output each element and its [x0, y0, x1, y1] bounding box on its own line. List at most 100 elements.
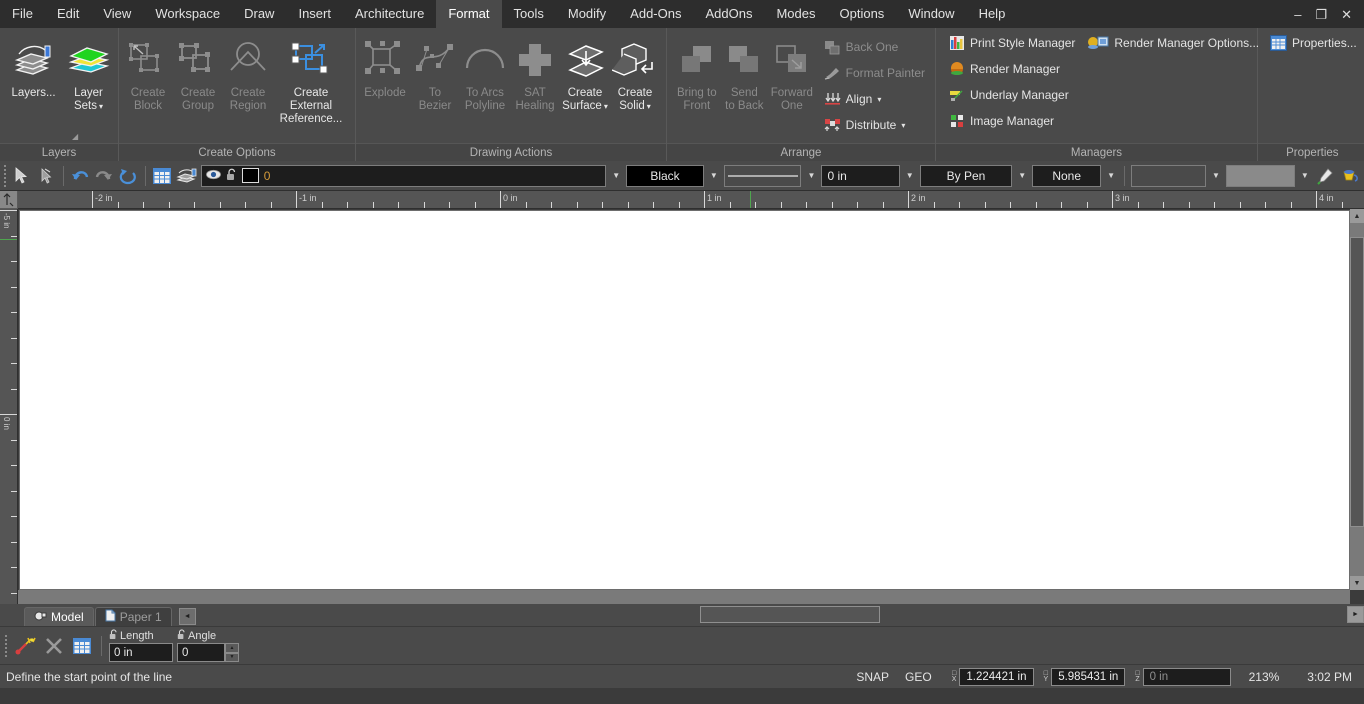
- color-combo[interactable]: Black: [626, 164, 704, 187]
- layer-sets-button[interactable]: Layer Sets ▾: [65, 32, 112, 113]
- layers-dialog-launcher[interactable]: ◢: [72, 132, 78, 141]
- menu-item-format[interactable]: Format: [436, 0, 502, 28]
- rotate-button[interactable]: [118, 164, 139, 188]
- restore-icon[interactable]: ❐: [1315, 8, 1327, 21]
- to-arcs-polyline-button[interactable]: To Arcs Polyline: [460, 32, 510, 113]
- pen-dropdown-arrow[interactable]: ▼: [1015, 165, 1029, 187]
- menu-item-insert[interactable]: Insert: [286, 0, 343, 28]
- menu-item-options[interactable]: Options: [828, 0, 897, 28]
- ruler-origin-button[interactable]: [0, 191, 18, 209]
- horizontal-scroll-thumb[interactable]: [700, 606, 880, 623]
- underlay-manager-button[interactable]: Underlay Manager: [944, 82, 1079, 108]
- sheet-tab-model[interactable]: Model: [24, 607, 94, 626]
- image-manager-button[interactable]: Image Manager: [944, 108, 1079, 134]
- create-solid-button[interactable]: Create Solid ▾: [610, 32, 660, 113]
- render-manager-button[interactable]: Render Manager: [944, 56, 1079, 82]
- snap-indicator[interactable]: SNAP: [856, 670, 889, 684]
- chevron-down-icon[interactable]: ▾: [901, 121, 905, 130]
- explode-button[interactable]: Explode: [360, 32, 410, 100]
- layers-stack-button[interactable]: [176, 164, 198, 188]
- hatch-dropdown-arrow[interactable]: ▼: [1298, 165, 1312, 187]
- print-style-manager-button[interactable]: Print Style Manager: [944, 30, 1079, 56]
- hatch-combo[interactable]: [1226, 164, 1295, 187]
- pen-combo[interactable]: By Pen: [919, 164, 1013, 187]
- horizontal-scrollbar-track[interactable]: [18, 590, 1350, 604]
- geo-indicator[interactable]: GEO: [905, 670, 932, 684]
- align-button[interactable]: Align ▾: [820, 86, 929, 112]
- eyedropper-button[interactable]: [1315, 164, 1336, 188]
- coord-x-value[interactable]: 1.224421 in: [959, 667, 1034, 686]
- distribute-button[interactable]: Distribute ▾: [820, 112, 929, 138]
- menu-item-architecture[interactable]: Architecture: [343, 0, 436, 28]
- coord-z-value[interactable]: 0 in: [1142, 667, 1231, 686]
- lineweight-combo[interactable]: 0 in: [821, 164, 900, 187]
- menu-item-modify[interactable]: Modify: [556, 0, 618, 28]
- properties-grid-button[interactable]: [152, 164, 173, 188]
- zoom-level[interactable]: 213%: [1249, 670, 1280, 684]
- redo-button[interactable]: [94, 164, 115, 188]
- create-group-button[interactable]: Create Group: [173, 32, 223, 113]
- style-combo[interactable]: [1131, 164, 1206, 187]
- angle-spin-down[interactable]: ▼: [225, 652, 239, 662]
- sheet-tab-paper-1[interactable]: Paper 1: [94, 607, 172, 626]
- linestyle-dropdown-arrow[interactable]: ▼: [804, 165, 818, 187]
- back-one-button[interactable]: Back One: [820, 34, 929, 60]
- current-layer-selector[interactable]: 0: [200, 164, 607, 187]
- vertical-ruler[interactable]: -5 in0 in5 in: [0, 209, 18, 604]
- menu-item-view[interactable]: View: [91, 0, 143, 28]
- create-surface-button[interactable]: Create Surface ▾: [560, 32, 610, 113]
- snap-button[interactable]: [14, 634, 38, 658]
- angle-input[interactable]: 0: [177, 643, 225, 662]
- toolbar-grip[interactable]: [4, 163, 8, 189]
- select-similar-button[interactable]: [35, 164, 56, 188]
- scroll-down-arrow[interactable]: ▼: [1350, 576, 1364, 590]
- select-arrow-button[interactable]: [11, 164, 32, 188]
- to-bezier-button[interactable]: To Bezier: [410, 32, 460, 113]
- coord-y-value[interactable]: 5.985431 in: [1051, 667, 1126, 686]
- menu-item-edit[interactable]: Edit: [45, 0, 91, 28]
- angle-spinner[interactable]: ▲ ▼: [225, 643, 239, 662]
- color-dropdown-arrow[interactable]: ▼: [707, 165, 721, 187]
- menu-item-file[interactable]: File: [0, 0, 45, 28]
- menu-item-addons[interactable]: AddOns: [693, 0, 764, 28]
- chevron-down-icon[interactable]: ▾: [604, 100, 608, 113]
- format-painter-button[interactable]: Format Painter: [820, 60, 929, 86]
- angle-spin-up[interactable]: ▲: [225, 643, 239, 653]
- undo-button[interactable]: [69, 164, 90, 188]
- eye-icon[interactable]: [205, 169, 221, 183]
- menu-item-draw[interactable]: Draw: [232, 0, 286, 28]
- sat-healing-button[interactable]: SAT Healing: [510, 32, 560, 113]
- send-to-back-button[interactable]: Send to Back: [721, 32, 769, 113]
- create-block-button[interactable]: Create Block: [123, 32, 173, 113]
- create-external-reference-button[interactable]: Create External Reference...: [273, 32, 349, 126]
- command-table-button[interactable]: [70, 634, 94, 658]
- layer-color-swatch[interactable]: [241, 168, 259, 183]
- menu-item-window[interactable]: Window: [896, 0, 966, 28]
- create-region-button[interactable]: Create Region: [223, 32, 273, 113]
- menu-item-workspace[interactable]: Workspace: [143, 0, 232, 28]
- arrow-dropdown-arrow[interactable]: ▼: [1104, 165, 1118, 187]
- tab-scroll-next-button[interactable]: ►: [1347, 606, 1364, 623]
- horizontal-ruler[interactable]: -2 in -1 in 0 in 1 in 2 in 3 in 4 in: [18, 191, 1364, 209]
- properties-button[interactable]: Properties...: [1266, 30, 1361, 56]
- menu-item-modes[interactable]: Modes: [764, 0, 827, 28]
- command-bar-grip[interactable]: [5, 633, 10, 659]
- lineweight-dropdown-arrow[interactable]: ▼: [903, 165, 917, 187]
- lock-open-icon[interactable]: [177, 629, 186, 643]
- length-input[interactable]: 0 in: [109, 643, 173, 662]
- drawing-canvas[interactable]: [19, 210, 1350, 590]
- arrow-combo[interactable]: None: [1032, 164, 1102, 187]
- close-icon[interactable]: ✕: [1341, 8, 1352, 21]
- style-dropdown-arrow[interactable]: ▼: [1209, 165, 1223, 187]
- chevron-down-icon[interactable]: ▾: [877, 95, 881, 104]
- forward-one-button[interactable]: Forward One: [768, 32, 816, 113]
- menu-item-help[interactable]: Help: [967, 0, 1018, 28]
- scroll-up-arrow[interactable]: ▲: [1350, 209, 1364, 223]
- bring-to-front-button[interactable]: Bring to Front: [673, 32, 721, 113]
- menu-item-add-ons[interactable]: Add-Ons: [618, 0, 693, 28]
- vertical-scroll-thumb[interactable]: [1350, 237, 1364, 527]
- paint-bucket-button[interactable]: [1339, 164, 1360, 188]
- layers-button[interactable]: Layers...: [10, 32, 57, 100]
- render-manager-options-button[interactable]: Render Manager Options...: [1083, 30, 1263, 56]
- chevron-down-icon[interactable]: ▾: [99, 100, 103, 113]
